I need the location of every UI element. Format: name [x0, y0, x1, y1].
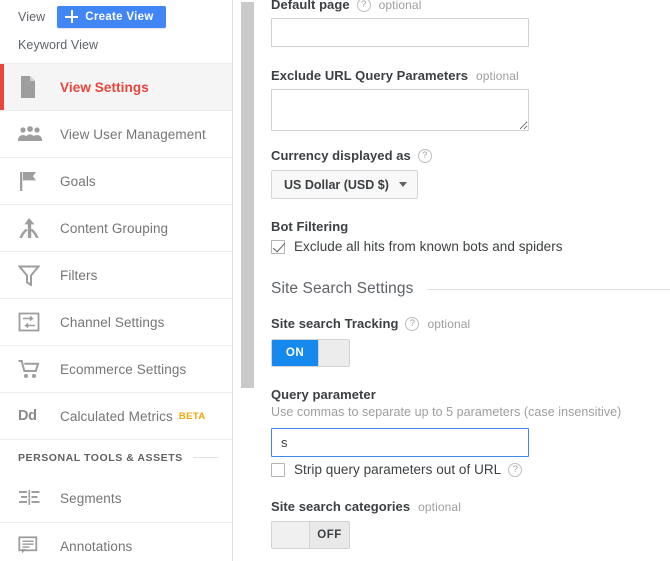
bot-filtering-checkbox-row[interactable]: Exclude all hits from known bots and spi… — [271, 239, 563, 254]
sidebar-section-label: PERSONAL TOOLS & ASSETS — [18, 451, 183, 464]
help-icon[interactable]: ? — [405, 316, 420, 331]
site-search-tracking-toggle[interactable]: ON — [271, 339, 350, 367]
vertical-scrollbar[interactable] — [241, 0, 254, 561]
optional-tag: optional — [427, 316, 471, 331]
sidebar-item-channel-settings[interactable]: Channel Settings — [0, 298, 232, 345]
create-view-button-label: Create View — [85, 10, 154, 23]
strip-query-parameters-label: Strip query parameters out of URL — [294, 462, 502, 477]
sidebar-item-ecommerce-settings[interactable]: Ecommerce Settings — [0, 345, 232, 392]
default-page-label-text: Default page — [271, 0, 350, 12]
scrollbar-thumb[interactable] — [241, 2, 254, 388]
currency-label-text: Currency displayed as — [271, 148, 411, 163]
sidebar-item-filters[interactable]: Filters — [0, 251, 232, 298]
divider — [427, 288, 670, 290]
sidebar-item-label: View Settings — [60, 79, 149, 95]
sidebar-item-label: Annotations — [60, 538, 133, 554]
shopping-cart-icon — [18, 357, 44, 381]
optional-tag: optional — [475, 68, 519, 83]
toggle-knob — [272, 522, 310, 548]
bot-filtering-checkbox-label: Exclude all hits from known bots and spi… — [294, 239, 563, 254]
current-view-name: Keyword View — [18, 38, 99, 52]
strip-query-parameters-row[interactable]: Strip query parameters out of URL ? — [271, 462, 523, 477]
exclude-url-label-text: Exclude URL Query Parameters — [271, 68, 468, 83]
site-search-tracking-label: Site search Tracking ? optional — [271, 316, 470, 331]
sidebar-nav-list: View Settings View User Management Goals… — [0, 63, 232, 439]
people-icon — [18, 122, 44, 146]
view-header: View Create View — [0, 0, 232, 28]
sidebar-item-goals[interactable]: Goals — [0, 157, 232, 204]
exclude-url-query-parameters-label: Exclude URL Query Parameters optional — [271, 68, 519, 83]
sidebar-item-content-grouping[interactable]: Content Grouping — [0, 204, 232, 251]
strip-query-parameters-checkbox[interactable] — [271, 462, 285, 477]
channel-settings-icon — [18, 310, 44, 334]
site-search-settings-section-header: Site Search Settings — [271, 280, 670, 298]
toggle-knob — [318, 340, 349, 366]
bot-filtering-checkbox[interactable] — [271, 239, 285, 254]
sidebar-item-segments[interactable]: Segments — [0, 475, 232, 522]
sidebar-item-label: Calculated Metrics — [60, 408, 173, 424]
currency-selected-value: US Dollar (USD $) — [284, 177, 389, 192]
query-parameter-label-text: Query parameter — [271, 387, 376, 402]
sidebar-item-annotations[interactable]: Annotations — [0, 522, 232, 561]
sidebar-item-label: Goals — [60, 173, 96, 189]
exclude-url-query-parameters-textarea[interactable] — [271, 89, 529, 131]
site-search-settings-title: Site Search Settings — [271, 280, 414, 297]
sidebar-item-calculated-metrics[interactable]: Dd Calculated Metrics BETA — [0, 392, 232, 439]
create-view-button[interactable]: Create View — [57, 5, 166, 28]
sidebar-nav-list-personal: Segments Annotations — [0, 475, 232, 561]
toggle-on-label: ON — [272, 340, 318, 366]
sidebar-item-label: Filters — [60, 267, 98, 283]
divider — [192, 457, 218, 458]
currency-select[interactable]: US Dollar (USD $) — [271, 170, 418, 199]
chevron-down-icon — [398, 182, 407, 187]
query-parameter-helper-text: Use commas to separate up to 5 parameter… — [271, 405, 622, 419]
view-column-label: View — [18, 9, 46, 24]
query-parameter-label: Query parameter — [271, 387, 376, 402]
sidebar-item-label: Segments — [60, 491, 122, 506]
optional-tag: optional — [418, 499, 461, 514]
admin-view-settings-page: View Create View Keyword View View Setti… — [0, 0, 670, 561]
sidebar-item-label: View User Management — [60, 126, 206, 142]
query-parameter-input[interactable] — [271, 428, 529, 457]
default-page-label: Default page ? optional — [271, 0, 421, 12]
content-grouping-icon — [18, 216, 44, 240]
site-search-categories-toggle[interactable]: OFF — [271, 521, 350, 549]
funnel-icon — [18, 263, 44, 287]
sidebar-section-personal-tools: PERSONAL TOOLS & ASSETS — [0, 439, 232, 475]
default-page-input[interactable] — [271, 18, 529, 47]
sidebar-item-label: Content Grouping — [60, 220, 169, 236]
plus-icon — [65, 10, 79, 23]
sidebar-item-label: Channel Settings — [60, 314, 165, 330]
flag-icon — [18, 169, 44, 193]
sidebar-item-label: Ecommerce Settings — [60, 361, 187, 377]
help-icon[interactable]: ? — [417, 148, 432, 163]
site-search-tracking-label-text: Site search Tracking — [271, 316, 399, 331]
segments-icon — [18, 487, 44, 511]
annotations-icon — [18, 534, 44, 558]
help-icon[interactable]: ? — [508, 462, 523, 477]
view-settings-form: Default page ? optional Exclude URL Quer… — [262, 0, 670, 561]
help-icon[interactable]: ? — [356, 0, 371, 12]
site-search-categories-label-text: Site search categories — [271, 499, 411, 514]
optional-tag: optional — [378, 0, 422, 12]
sidebar-item-view-user-management[interactable]: View User Management — [0, 110, 232, 157]
beta-badge: BETA — [178, 410, 206, 422]
bot-filtering-label: Bot Filtering — [271, 219, 348, 234]
dd-icon: Dd — [18, 408, 37, 424]
sidebar-item-view-settings[interactable]: View Settings — [0, 63, 232, 110]
toggle-off-label: OFF — [310, 522, 349, 548]
bot-filtering-label-text: Bot Filtering — [271, 219, 349, 234]
document-icon — [18, 75, 44, 99]
currency-label: Currency displayed as ? — [271, 148, 432, 163]
admin-sidebar: View Create View Keyword View View Setti… — [0, 0, 233, 561]
site-search-categories-label: Site search categories optional — [271, 499, 461, 514]
